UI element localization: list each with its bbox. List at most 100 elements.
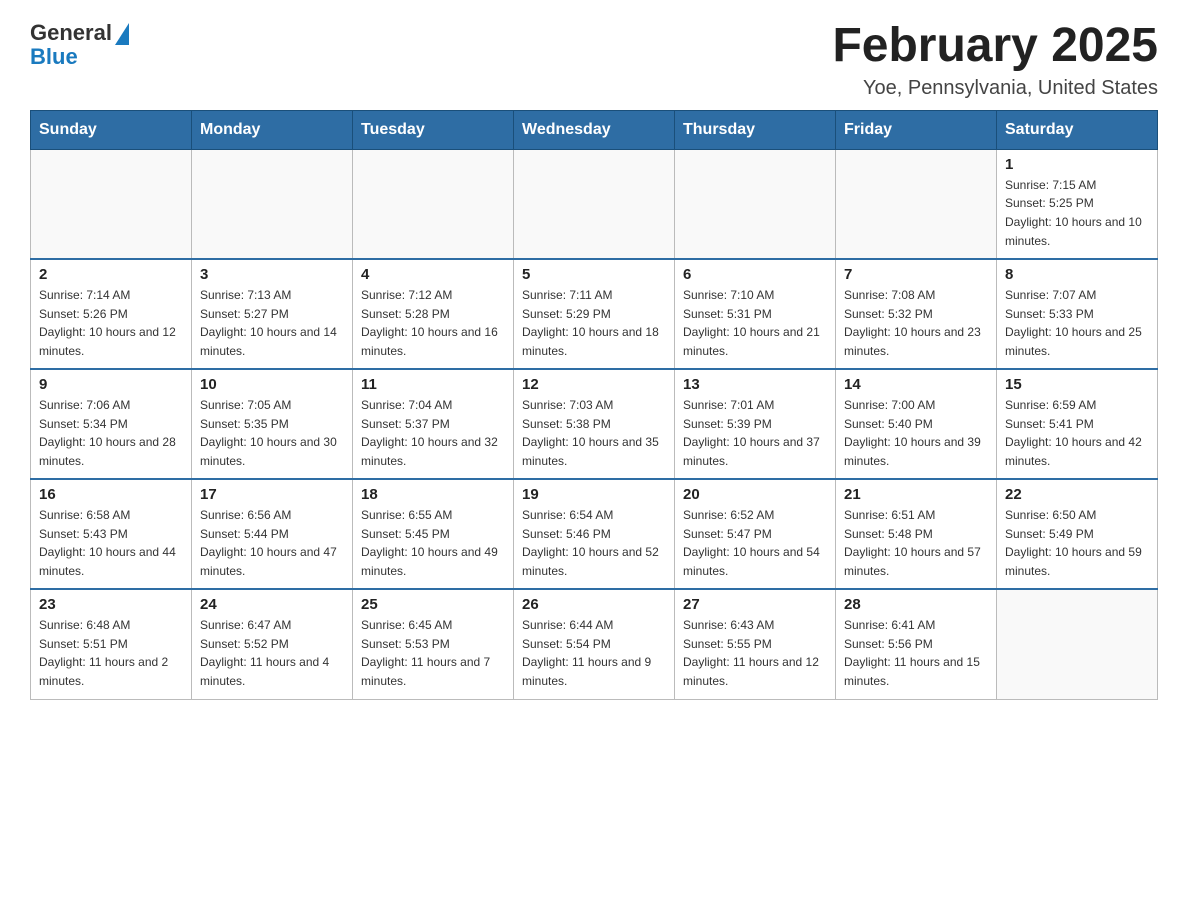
day-info: Sunrise: 7:14 AMSunset: 5:26 PMDaylight:… <box>39 286 183 360</box>
calendar-cell: 7 Sunrise: 7:08 AMSunset: 5:32 PMDaylight… <box>836 259 997 369</box>
day-number: 21 <box>844 486 988 503</box>
day-info: Sunrise: 6:55 AMSunset: 5:45 PMDaylight:… <box>361 506 505 580</box>
day-number: 24 <box>200 596 344 613</box>
day-number: 13 <box>683 376 827 393</box>
day-number: 7 <box>844 266 988 283</box>
day-info: Sunrise: 6:59 AMSunset: 5:41 PMDaylight:… <box>1005 396 1149 470</box>
day-number: 9 <box>39 376 183 393</box>
calendar-table: SundayMondayTuesdayWednesdayThursdayFrid… <box>30 110 1158 700</box>
day-number: 23 <box>39 596 183 613</box>
day-number: 8 <box>1005 266 1149 283</box>
calendar-cell <box>675 149 836 259</box>
day-number: 26 <box>522 596 666 613</box>
day-number: 22 <box>1005 486 1149 503</box>
calendar-week-row: 9 Sunrise: 7:06 AMSunset: 5:34 PMDaylight… <box>31 369 1158 479</box>
weekday-header-tuesday: Tuesday <box>353 110 514 149</box>
calendar-cell: 25Sunrise: 6:45 AMSunset: 5:53 PMDayligh… <box>353 589 514 699</box>
day-info: Sunrise: 6:47 AMSunset: 5:52 PMDaylight:… <box>200 616 344 690</box>
day-info: Sunrise: 6:58 AMSunset: 5:43 PMDaylight:… <box>39 506 183 580</box>
day-number: 4 <box>361 266 505 283</box>
day-info: Sunrise: 7:15 AMSunset: 5:25 PMDaylight:… <box>1005 176 1149 250</box>
calendar-cell: 11Sunrise: 7:04 AMSunset: 5:37 PMDayligh… <box>353 369 514 479</box>
day-info: Sunrise: 7:08 AMSunset: 5:32 PMDaylight:… <box>844 286 988 360</box>
day-info: Sunrise: 6:50 AMSunset: 5:49 PMDaylight:… <box>1005 506 1149 580</box>
calendar-cell: 12 Sunrise: 7:03 AMSunset: 5:38 PMDayligh… <box>514 369 675 479</box>
day-info: Sunrise: 6:44 AMSunset: 5:54 PMDaylight:… <box>522 616 666 690</box>
day-info: Sunrise: 7:00 AMSunset: 5:40 PMDaylight:… <box>844 396 988 470</box>
day-number: 3 <box>200 266 344 283</box>
day-number: 12 <box>522 376 666 393</box>
day-number: 14 <box>844 376 988 393</box>
day-info: Sunrise: 6:41 AMSunset: 5:56 PMDaylight:… <box>844 616 988 690</box>
day-info: Sunrise: 6:56 AMSunset: 5:44 PMDaylight:… <box>200 506 344 580</box>
weekday-header-friday: Friday <box>836 110 997 149</box>
day-number: 28 <box>844 596 988 613</box>
calendar-cell: 27 Sunrise: 6:43 AMSunset: 5:55 PMDayligh… <box>675 589 836 699</box>
calendar-week-row: 16Sunrise: 6:58 AMSunset: 5:43 PMDayligh… <box>31 479 1158 589</box>
day-number: 6 <box>683 266 827 283</box>
calendar-week-row: 2 Sunrise: 7:14 AMSunset: 5:26 PMDaylight… <box>31 259 1158 369</box>
calendar-cell: 10 Sunrise: 7:05 AMSunset: 5:35 PMDayligh… <box>192 369 353 479</box>
day-number: 11 <box>361 376 505 393</box>
calendar-cell: 15 Sunrise: 6:59 AMSunset: 5:41 PMDayligh… <box>997 369 1158 479</box>
calendar-cell: 24 Sunrise: 6:47 AMSunset: 5:52 PMDayligh… <box>192 589 353 699</box>
day-info: Sunrise: 7:12 AMSunset: 5:28 PMDaylight:… <box>361 286 505 360</box>
day-number: 5 <box>522 266 666 283</box>
weekday-header-row: SundayMondayTuesdayWednesdayThursdayFrid… <box>31 110 1158 149</box>
day-number: 18 <box>361 486 505 503</box>
logo-triangle-icon <box>115 23 129 45</box>
logo-blue-text: Blue <box>30 44 78 70</box>
page-header: General Blue February 2025 Yoe, Pennsylv… <box>30 20 1158 100</box>
day-info: Sunrise: 6:54 AMSunset: 5:46 PMDaylight:… <box>522 506 666 580</box>
weekday-header-saturday: Saturday <box>997 110 1158 149</box>
day-number: 17 <box>200 486 344 503</box>
day-number: 19 <box>522 486 666 503</box>
calendar-cell: 26 Sunrise: 6:44 AMSunset: 5:54 PMDayligh… <box>514 589 675 699</box>
weekday-header-thursday: Thursday <box>675 110 836 149</box>
day-number: 1 <box>1005 156 1149 173</box>
calendar-week-row: 23Sunrise: 6:48 AMSunset: 5:51 PMDayligh… <box>31 589 1158 699</box>
day-info: Sunrise: 7:03 AMSunset: 5:38 PMDaylight:… <box>522 396 666 470</box>
calendar-cell: 21Sunrise: 6:51 AMSunset: 5:48 PMDayligh… <box>836 479 997 589</box>
calendar-cell: 2 Sunrise: 7:14 AMSunset: 5:26 PMDaylight… <box>31 259 192 369</box>
calendar-cell: 16Sunrise: 6:58 AMSunset: 5:43 PMDayligh… <box>31 479 192 589</box>
logo-general-text: General <box>30 20 112 46</box>
calendar-cell: 20 Sunrise: 6:52 AMSunset: 5:47 PMDayligh… <box>675 479 836 589</box>
calendar-cell: 6 Sunrise: 7:10 AMSunset: 5:31 PMDaylight… <box>675 259 836 369</box>
calendar-cell: 28 Sunrise: 6:41 AMSunset: 5:56 PMDayligh… <box>836 589 997 699</box>
day-info: Sunrise: 7:11 AMSunset: 5:29 PMDaylight:… <box>522 286 666 360</box>
weekday-header-sunday: Sunday <box>31 110 192 149</box>
calendar-cell <box>997 589 1158 699</box>
calendar-cell: 13Sunrise: 7:01 AMSunset: 5:39 PMDayligh… <box>675 369 836 479</box>
weekday-header-monday: Monday <box>192 110 353 149</box>
calendar-cell <box>31 149 192 259</box>
calendar-cell: 22 Sunrise: 6:50 AMSunset: 5:49 PMDayligh… <box>997 479 1158 589</box>
weekday-header-wednesday: Wednesday <box>514 110 675 149</box>
day-number: 27 <box>683 596 827 613</box>
day-number: 20 <box>683 486 827 503</box>
title-area: February 2025 Yoe, Pennsylvania, United … <box>832 20 1158 100</box>
day-info: Sunrise: 7:06 AMSunset: 5:34 PMDaylight:… <box>39 396 183 470</box>
calendar-cell <box>836 149 997 259</box>
logo: General Blue <box>30 20 129 70</box>
calendar-cell <box>192 149 353 259</box>
day-info: Sunrise: 7:10 AMSunset: 5:31 PMDaylight:… <box>683 286 827 360</box>
day-info: Sunrise: 6:43 AMSunset: 5:55 PMDaylight:… <box>683 616 827 690</box>
day-info: Sunrise: 7:13 AMSunset: 5:27 PMDaylight:… <box>200 286 344 360</box>
calendar-cell <box>353 149 514 259</box>
calendar-cell: 3 Sunrise: 7:13 AMSunset: 5:27 PMDaylight… <box>192 259 353 369</box>
day-info: Sunrise: 6:45 AMSunset: 5:53 PMDaylight:… <box>361 616 505 690</box>
calendar-cell: 9 Sunrise: 7:06 AMSunset: 5:34 PMDaylight… <box>31 369 192 479</box>
calendar-cell: 18 Sunrise: 6:55 AMSunset: 5:45 PMDayligh… <box>353 479 514 589</box>
day-info: Sunrise: 7:05 AMSunset: 5:35 PMDaylight:… <box>200 396 344 470</box>
main-title: February 2025 <box>832 20 1158 73</box>
calendar-cell: 19 Sunrise: 6:54 AMSunset: 5:46 PMDayligh… <box>514 479 675 589</box>
calendar-cell: 23Sunrise: 6:48 AMSunset: 5:51 PMDayligh… <box>31 589 192 699</box>
calendar-cell: 14 Sunrise: 7:00 AMSunset: 5:40 PMDayligh… <box>836 369 997 479</box>
day-number: 2 <box>39 266 183 283</box>
calendar-cell: 5 Sunrise: 7:11 AMSunset: 5:29 PMDaylight… <box>514 259 675 369</box>
day-info: Sunrise: 6:52 AMSunset: 5:47 PMDaylight:… <box>683 506 827 580</box>
calendar-week-row: 1 Sunrise: 7:15 AMSunset: 5:25 PMDaylight… <box>31 149 1158 259</box>
day-number: 15 <box>1005 376 1149 393</box>
day-number: 10 <box>200 376 344 393</box>
